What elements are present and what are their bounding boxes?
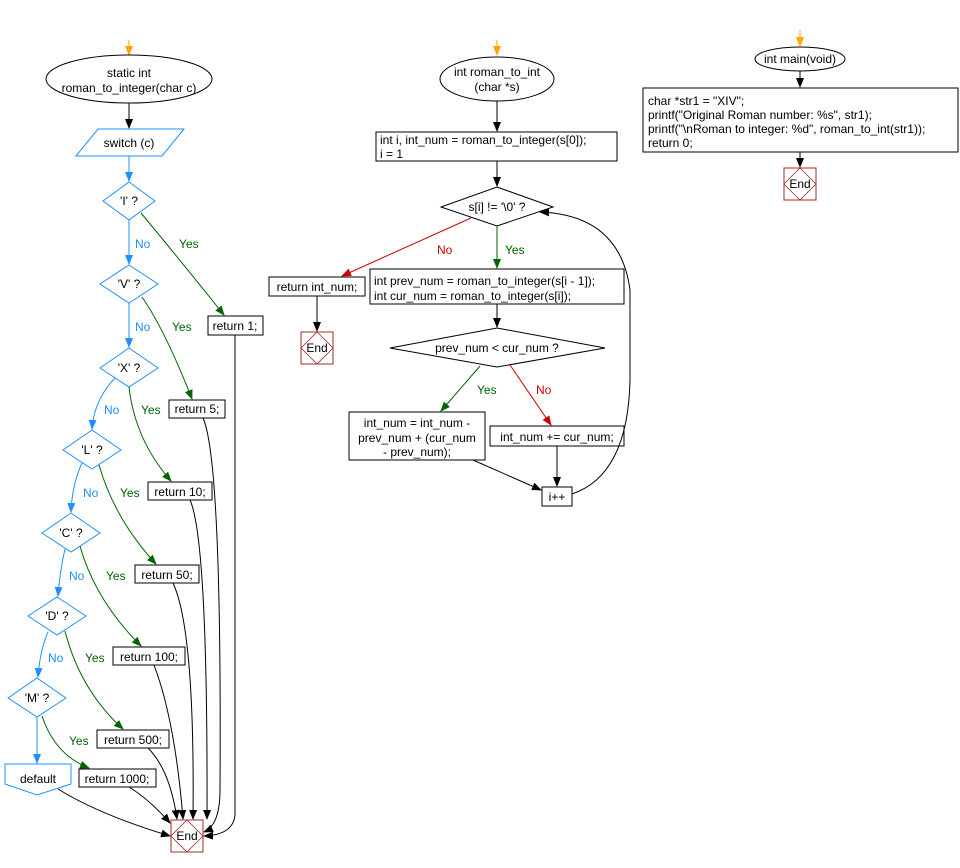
end-label: End (176, 829, 197, 843)
main-flow: int main(void) char *str1 = "XIV"; print… (642, 30, 959, 201)
yes-arrow (79, 545, 142, 647)
no-label: No (104, 403, 120, 417)
case-label: 'D' ? (45, 609, 69, 623)
flow-arrow (128, 786, 171, 824)
init-line: int i, int_num = roman_to_integer(s[0]); (380, 133, 586, 147)
yes-arrow (64, 630, 124, 730)
return-label: return 50; (141, 568, 192, 582)
return-label: return 1; (213, 319, 258, 333)
yes-label: Yes (477, 383, 497, 397)
case-label: 'V' ? (118, 277, 141, 291)
no-label: No (135, 320, 151, 334)
no-arrow (54, 548, 66, 597)
flow-arrow (172, 582, 198, 820)
add-label: int_num += cur_num; (500, 430, 613, 444)
yes-label: Yes (172, 320, 192, 334)
body-line: int cur_num = roman_to_integer(s[i]); (374, 289, 571, 303)
start-label: int main(void) (764, 52, 836, 66)
case-label: 'M' ? (25, 691, 50, 705)
return-label: return 100; (120, 650, 178, 664)
yes-label: Yes (69, 734, 89, 748)
flowchart: static int roman_to_integer(char c) swit… (4, 30, 959, 853)
subtract-line: - prev_num); (383, 445, 451, 459)
end-label: End (306, 341, 327, 355)
compare-label: prev_num < cur_num ? (435, 341, 559, 355)
loop-condition-label: s[i] != '\0' ? (469, 200, 526, 214)
yes-arrow (98, 464, 157, 565)
case-label: 'I' ? (120, 194, 138, 208)
subtract-line: int_num = int_num - (364, 416, 470, 430)
case-label: 'L' ? (81, 443, 103, 457)
flow-arrow (472, 459, 542, 491)
yes-arrow (440, 365, 481, 412)
no-label: No (83, 486, 99, 500)
flow-arrow (189, 499, 212, 820)
no-arrow (67, 462, 83, 513)
no-label: No (135, 237, 151, 251)
yes-label: Yes (505, 243, 525, 257)
main-line: printf("\nRoman to integer: %d", roman_t… (648, 122, 925, 136)
flow-arrow (57, 788, 171, 838)
flow-arrow (202, 417, 221, 833)
main-line: return 0; (648, 136, 693, 150)
no-arrow (34, 631, 49, 678)
yes-label: Yes (120, 486, 140, 500)
case-label: 'X' ? (118, 361, 141, 375)
yes-label: Yes (85, 651, 105, 665)
return-label: return 5; (175, 402, 220, 416)
yes-arrow (140, 212, 225, 316)
yes-arrow (141, 296, 193, 400)
switch-label: switch (c) (104, 136, 155, 150)
no-label: No (536, 383, 552, 397)
init-line: i = 1 (380, 147, 403, 161)
return-label: return 500; (104, 733, 162, 747)
no-label: No (437, 243, 453, 257)
return-label: return 1000; (85, 772, 150, 786)
subtract-line: prev_num + (cur_num (358, 431, 476, 445)
start-label: static int (107, 66, 152, 80)
main-line: printf("Original Roman number: %s", str1… (648, 108, 872, 122)
increment-label: i++ (549, 490, 566, 504)
roman-to-integer-flow: static int roman_to_integer(char c) swit… (4, 40, 264, 853)
yes-label: Yes (141, 403, 161, 417)
body-line: int prev_num = roman_to_integer(s[i - 1]… (374, 274, 595, 288)
roman-to-int-flow: int roman_to_int (char *s) int i, int_nu… (268, 40, 631, 507)
yes-label: Yes (106, 569, 126, 583)
yes-label: Yes (179, 237, 199, 251)
no-label: No (69, 569, 85, 583)
return-label: return 10; (154, 485, 205, 499)
yes-arrow (128, 386, 172, 482)
case-label: 'C' ? (59, 526, 83, 540)
start-label: roman_to_integer(char c) (62, 81, 197, 95)
no-label: No (48, 651, 64, 665)
end-label: End (789, 177, 810, 191)
default-label: default (20, 772, 57, 786)
start-node (439, 56, 555, 102)
start-label: int roman_to_int (454, 65, 541, 79)
return-label: return int_num; (277, 280, 358, 294)
start-label: (char *s) (474, 80, 519, 94)
main-line: char *str1 = "XIV"; (648, 94, 744, 108)
